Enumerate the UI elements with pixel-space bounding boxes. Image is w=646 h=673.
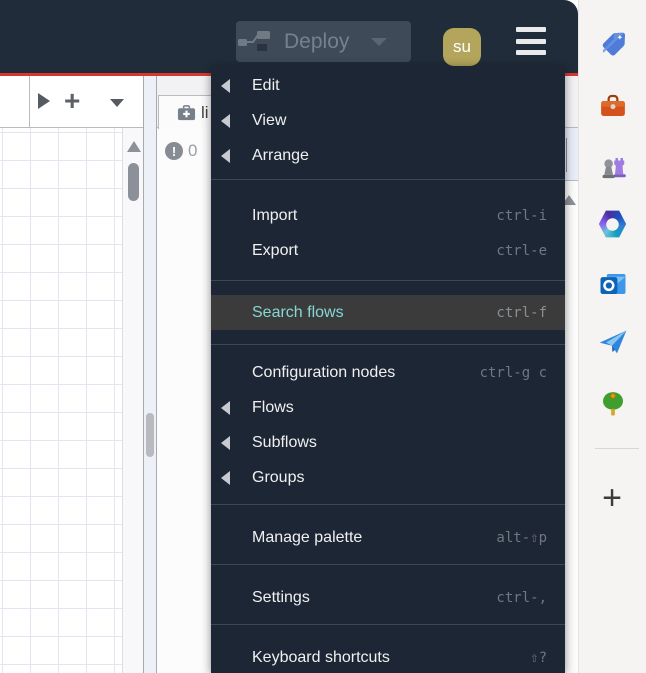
menu-item-keyboard-shortcuts[interactable]: Keyboard shortcuts ⇧?	[211, 640, 565, 673]
menu-item-view[interactable]: View	[211, 103, 565, 138]
menu-item-label: Search flows	[252, 303, 344, 321]
menu-section: Manage palette alt-⇧p	[211, 505, 565, 564]
sidebar-item-games[interactable]	[593, 148, 633, 188]
menu-item-subflows[interactable]: Subflows	[211, 425, 565, 460]
microsoft-365-icon	[598, 210, 627, 238]
menu-section: Edit View Arrange	[211, 66, 565, 179]
menu-item-manage-palette[interactable]: Manage palette alt-⇧p	[211, 520, 565, 555]
deploy-label: Deploy	[284, 29, 350, 53]
menu-item-label: Flows	[252, 398, 294, 416]
scrollbar-thumb[interactable]	[128, 163, 139, 201]
flow-canvas[interactable]	[0, 128, 122, 673]
hamburger-bar	[516, 27, 546, 32]
menu-item-configuration-nodes[interactable]: Configuration nodes ctrl-g c	[211, 355, 565, 390]
sidebar-item-tree[interactable]	[593, 384, 633, 424]
menu-item-settings[interactable]: Settings ctrl-,	[211, 580, 565, 615]
deploy-button[interactable]: Deploy	[236, 21, 411, 62]
scroll-tabs-right-button[interactable]	[38, 93, 50, 109]
menu-item-import[interactable]: Import ctrl-i	[211, 198, 565, 233]
submenu-left-arrow-icon	[221, 78, 230, 93]
hamburger-bar	[516, 38, 546, 44]
menu-item-edit[interactable]: Edit	[211, 68, 565, 103]
hamburger-bar	[516, 50, 546, 55]
chess-pieces-icon	[602, 158, 626, 179]
sidebar-add-button[interactable]: +	[578, 478, 646, 518]
sidebar-tab-label: li	[201, 102, 209, 122]
submenu-left-arrow-icon	[221, 470, 230, 485]
menu-item-label: Keyboard shortcuts	[252, 648, 390, 666]
outlook-icon	[600, 274, 625, 294]
main-dropdown-menu: Edit View Arrange Import ctrl-i Export c…	[211, 66, 565, 673]
canvas-vertical-scrollbar[interactable]	[122, 128, 143, 673]
medkit-icon	[177, 104, 196, 120]
menu-item-shortcut: ctrl-i	[496, 207, 547, 224]
sidebar-item-toolbox[interactable]	[593, 86, 633, 126]
warning-count-row: ! 0	[157, 136, 217, 166]
menu-item-search-flows[interactable]: Search flows ctrl-f	[211, 295, 565, 330]
tab-bar-divider	[29, 76, 30, 128]
submenu-left-arrow-icon	[221, 113, 230, 128]
menu-item-label: Import	[252, 206, 298, 224]
menu-item-shortcut: ctrl-f	[496, 304, 547, 321]
browser-sidebar	[578, 0, 646, 673]
hamburger-menu-button[interactable]	[516, 27, 546, 55]
submenu-left-arrow-icon	[221, 400, 230, 415]
menu-item-shortcut: ctrl-e	[496, 242, 547, 259]
deploy-dropdown-caret-icon[interactable]	[371, 37, 388, 46]
node-red-header: Deploy su	[0, 0, 578, 73]
warning-count: 0	[188, 141, 198, 160]
menu-item-groups[interactable]: Groups	[211, 460, 565, 495]
sidebar-divider	[595, 448, 639, 449]
flow-list-dropdown-button[interactable]	[110, 99, 124, 107]
sidebar-active-tab[interactable]: li	[158, 95, 218, 129]
paper-plane-icon	[599, 330, 626, 354]
menu-item-label: Settings	[252, 588, 310, 606]
sidebar-item-outlook[interactable]	[593, 264, 633, 304]
flow-tab-bar: +	[0, 76, 144, 128]
sidebar-item-tag[interactable]	[593, 24, 633, 64]
menu-item-shortcut: ctrl-,	[496, 589, 547, 606]
menu-item-label: Configuration nodes	[252, 363, 396, 381]
menu-section: Search flows ctrl-f	[211, 281, 565, 344]
menu-section: Keyboard shortcuts ⇧?	[211, 625, 565, 673]
submenu-left-arrow-icon	[221, 148, 230, 163]
menu-item-label: Subflows	[252, 433, 317, 451]
sidebar-filter-border	[566, 138, 567, 172]
menu-item-export[interactable]: Export ctrl-e	[211, 233, 565, 268]
tree-icon	[602, 392, 623, 416]
menu-section: Import ctrl-i Export ctrl-e	[211, 180, 565, 280]
tag-icon	[602, 32, 625, 56]
add-flow-button[interactable]: +	[64, 84, 80, 118]
menu-item-shortcut: ctrl-g c	[479, 364, 547, 381]
submenu-left-arrow-icon	[221, 435, 230, 450]
scroll-up-arrow-icon[interactable]	[127, 141, 141, 152]
menu-item-flows[interactable]: Flows	[211, 390, 565, 425]
sidebar-item-microsoft-365[interactable]	[593, 204, 633, 244]
menu-item-shortcut: ⇧?	[530, 649, 547, 666]
sidebar-item-messenger[interactable]	[593, 322, 633, 362]
warning-badge-icon: !	[165, 142, 183, 160]
menu-item-label: Manage palette	[252, 528, 363, 546]
menu-item-shortcut: alt-⇧p	[496, 529, 547, 546]
screen: Deploy su + li ! 0 Edit View Arrange Imp…	[0, 0, 646, 673]
menu-section: Settings ctrl-,	[211, 565, 565, 624]
sidebar-filter-field-edge[interactable]	[565, 128, 578, 181]
menu-item-label: Groups	[252, 468, 305, 486]
user-avatar[interactable]: su	[443, 28, 481, 66]
menu-item-label: View	[252, 111, 287, 129]
node-red-page: Deploy su + li ! 0 Edit View Arrange Imp…	[0, 0, 578, 673]
menu-item-label: Arrange	[252, 146, 309, 164]
panel-divider-scrollbar[interactable]	[143, 76, 157, 673]
divider-scroll-thumb[interactable]	[146, 413, 154, 457]
deploy-icon	[238, 30, 270, 51]
menu-item-arrange[interactable]: Arrange	[211, 138, 565, 173]
menu-item-label: Edit	[252, 76, 280, 94]
toolbox-icon	[600, 94, 625, 116]
menu-section: Configuration nodes ctrl-g c Flows Subfl…	[211, 345, 565, 504]
menu-item-label: Export	[252, 241, 299, 259]
